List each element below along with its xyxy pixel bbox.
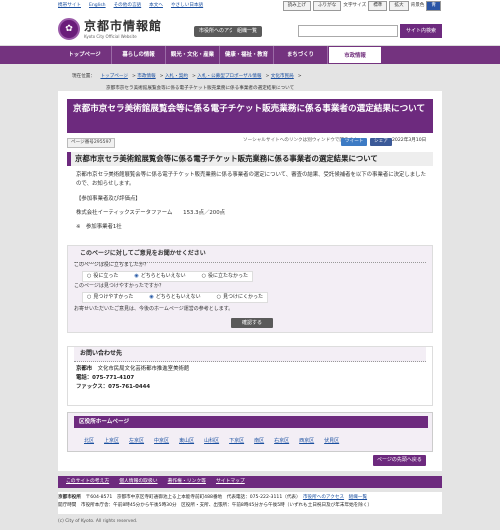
breadcrumb-item[interactable]: トップページ (100, 74, 127, 79)
page-title: 京都市京セラ美術館展覧会等に係る電子チケット販売業務に係る事業者の選定結果につい… (67, 99, 433, 133)
copyright: (c) City of Kyoto. All rights reserved. (58, 519, 138, 524)
ward-list: 北区 上京区 左京区 中京区 東山区 山科区 下京区 南区 右京区 西京区 伏見… (84, 438, 339, 445)
nav-health[interactable]: 健康・福祉・教育 (220, 46, 274, 64)
participant-note: ※ 参加事業者1社 (76, 224, 122, 230)
footer-address: 京都市役所 〒604-8571 京都市中京区寺町通御池上る上本能寺前町488番地… (58, 492, 442, 514)
city-seal-icon: ✿ (58, 18, 80, 40)
radio-option[interactable]: 見つけやすかった (87, 294, 133, 301)
footer-hours: 開庁時間 市役所本庁舎：午前8時45分から午後5時30分 区役所・支所、出張所：… (58, 502, 373, 508)
question-2: このページは見つけやすかったですか？ (74, 283, 164, 289)
publish-date: 2022年3月10日 (392, 138, 427, 143)
radio-option[interactable]: どちらともいえない (134, 273, 186, 280)
footer-link[interactable]: このサイトの考え方 (66, 479, 109, 485)
read-aloud-button[interactable]: 読み上げ (282, 1, 311, 12)
radio-option[interactable]: 役に立った (87, 273, 118, 280)
site-header: ✿ 京都市情報館 Kyoto City Official Website 市役所へ… (0, 12, 500, 46)
font-standard-button[interactable]: 標準 (368, 1, 388, 12)
contact-heading: お問い合わせ先 (74, 347, 426, 363)
breadcrumb-item[interactable]: 入札・公募型プロポーザル情報 (197, 74, 261, 79)
english-link[interactable]: English (89, 3, 106, 9)
share-button[interactable]: シェア (370, 138, 392, 147)
font-large-button[interactable]: 拡大 (389, 1, 409, 12)
site-subtitle: Kyoto City Official Website (84, 34, 137, 40)
contact-org: 京都市 (76, 366, 93, 372)
nav-tourism[interactable]: 観光・文化・産業 (166, 46, 220, 64)
breadcrumb-label: 現在位置： (72, 74, 95, 79)
footer-city: 京都市役所 (58, 495, 81, 500)
feedback-message: お寄せいただいたご意見は、今後のホームページ運営の参考とします。 (74, 306, 234, 312)
q2-options: 見つけやすかった どちらともいえない 見つけにくかった (82, 292, 268, 303)
ward-link[interactable]: 下京区 (229, 438, 244, 445)
nav-living[interactable]: 暮らしの情報 (112, 46, 166, 64)
breadcrumb-item[interactable]: 入札・契約 (165, 74, 188, 79)
utility-bar: 携帯サイト English その他の言語 本文へ やさしい日本語 読み上げ ふり… (0, 0, 500, 12)
footer-org-link[interactable]: 組織一覧 (349, 495, 367, 500)
ward-link[interactable]: 山科区 (204, 438, 219, 445)
ward-link[interactable]: 右京区 (274, 438, 289, 445)
skip-link[interactable]: 本文へ (149, 3, 163, 9)
breadcrumb: 現在位置： トップページ > 市政情報 > 入札・契約 > 入札・公募型プロポーザル情… (72, 74, 302, 79)
company-score: 株式会社イーティックスデータファーム 153.3点／200点 (76, 210, 226, 216)
tweet-button[interactable]: ツイート (341, 138, 368, 147)
page-id: ページ番号295597 (67, 138, 116, 149)
contact-dept: 文化市民局文化芸術都市推進室美術館 (97, 366, 190, 372)
page-top-button[interactable]: ページの先頭へ戻る (373, 455, 426, 466)
submit-button[interactable]: 確認する (231, 318, 273, 328)
ruby-button[interactable]: ふりがな (312, 1, 342, 12)
ward-link[interactable]: 上京区 (104, 438, 119, 445)
contact-box: お問い合わせ先 京都市 文化市民局文化芸術都市推進室美術館 電話：075-771… (67, 346, 433, 406)
bg-color-label: 背景色 (410, 3, 425, 8)
radio-option[interactable]: 見つけにくかった (217, 294, 263, 301)
q1-options: 役に立った どちらともいえない 役に立たなかった (82, 271, 254, 282)
footer-link[interactable]: 著作権・リンク等 (168, 479, 206, 485)
footer-access-link[interactable]: 市役所へのアクセス (303, 495, 344, 500)
nav-top[interactable]: トップページ (58, 46, 112, 64)
global-nav: トップページ 暮らしの情報 観光・文化・産業 健康・福祉・教育 まちづくり 市政… (0, 46, 500, 64)
footer-addr: 〒604-8571 京都市中京区寺町通御池上る上本能寺前町488番地 代表電話：… (85, 495, 299, 500)
easy-japanese-link[interactable]: やさしい日本語 (171, 3, 203, 9)
contact-tel: 電話：075-771-4107 (76, 375, 135, 382)
radio-option[interactable]: 役に立たなかった (202, 273, 248, 280)
page: 携帯サイト English その他の言語 本文へ やさしい日本語 読み上げ ふり… (0, 0, 500, 530)
contact-details: 京都市 文化市民局文化芸術都市推進室美術館 電話：075-771-4107 ファ… (76, 365, 189, 393)
ward-heading: 区役所ホームページ (74, 416, 428, 428)
site-name: 京都市情報館 (84, 19, 163, 34)
ward-link[interactable]: 中京区 (154, 438, 169, 445)
ward-link[interactable]: 左京区 (129, 438, 144, 445)
feedback-heading: このページに対してご意見をお聞かせください (74, 246, 426, 264)
ward-link[interactable]: 西京区 (299, 438, 314, 445)
eval-heading: 【参加事業者及び評価点】 (76, 196, 141, 202)
main-content: 京都市京セラ美術館展覧会等に係る電子チケット販売業務に係る事業者の選定結果につい… (58, 91, 442, 471)
footer-nav: このサイトの考え方 個人情報の取扱い 著作権・リンク等 サイトマップ (58, 476, 442, 488)
search-button[interactable]: サイト内検索 (400, 24, 442, 38)
section-heading: 京都市京セラ美術館展覧会等に係る電子チケット販売業務に係る事業者の選定結果につい… (67, 152, 433, 166)
ward-links: 区役所ホームページ 北区 上京区 左京区 中京区 東山区 山科区 下京区 南区 … (67, 412, 433, 452)
radio-option[interactable]: どちらともいえない (149, 294, 201, 301)
breadcrumb-item[interactable]: 文化市民局 (271, 74, 294, 79)
bg-blue-button[interactable]: 青 (426, 1, 441, 12)
ward-link[interactable]: 北区 (84, 438, 94, 445)
ward-link[interactable]: 東山区 (179, 438, 194, 445)
contact-fax: ファックス：075-761-0444 (76, 384, 151, 391)
footer-link[interactable]: 個人情報の取扱い (119, 479, 157, 485)
site-logo[interactable]: ✿ 京都市情報館 Kyoto City Official Website (58, 18, 162, 40)
mobile-link[interactable]: 携帯サイト (58, 3, 81, 9)
question-1: このページは役に立ちましたか？ (74, 262, 149, 268)
org-list-button[interactable]: 組織一覧 (232, 26, 263, 37)
feedback-form: このページに対してご意見をお聞かせください このページは役に立ちましたか？ 役に… (67, 245, 433, 333)
other-lang-link[interactable]: その他の言語 (114, 3, 142, 9)
breadcrumb-item[interactable]: 市政情報 (137, 74, 155, 79)
font-size-label: 文字サイズ (343, 3, 367, 8)
footer-link[interactable]: サイトマップ (216, 479, 245, 485)
nav-policy[interactable]: 市政情報 (328, 46, 382, 64)
intro-text: 京都市京セラ美術館展覧会等に係る電子チケット販売業務に係る事業者の選定について、… (76, 172, 426, 187)
nav-city[interactable]: まちづくり (274, 46, 328, 64)
search-input[interactable] (298, 25, 398, 37)
ward-link[interactable]: 伏見区 (324, 438, 339, 445)
ward-link[interactable]: 南区 (254, 438, 264, 445)
